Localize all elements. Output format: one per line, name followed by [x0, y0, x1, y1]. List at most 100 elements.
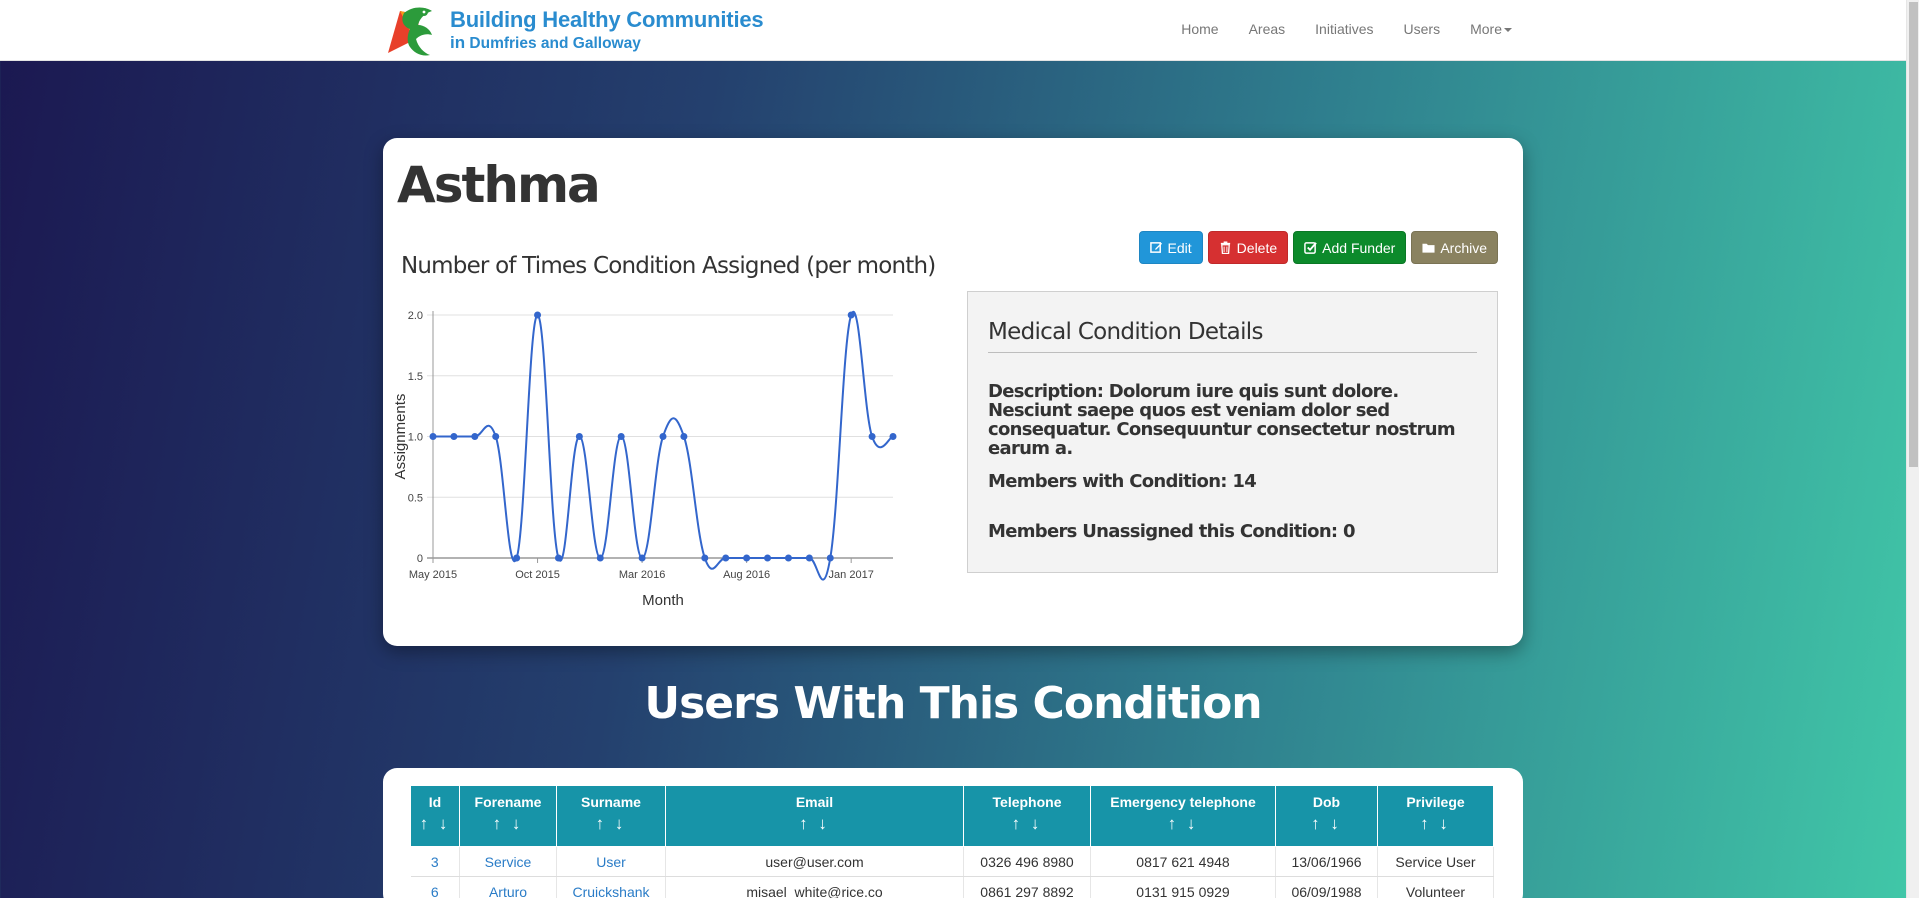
data-point [868, 433, 876, 440]
cell-emergency-telephone: 0817 621 4948 [1090, 846, 1276, 877]
data-point [847, 311, 855, 319]
cell-forename-link[interactable]: Arturo [459, 876, 557, 898]
sort-arrows-icon[interactable]: ↑ ↓ [666, 814, 963, 834]
cell-surname-link[interactable]: Cruickshank [556, 876, 666, 898]
table-header-row: Id ↑ ↓ Forename ↑ ↓ Surname ↑ ↓ Email ↑ ↓ Te… [410, 785, 1494, 847]
add-funder-button[interactable]: Add Funder [1293, 231, 1407, 264]
archive-label: Archive [1440, 239, 1487, 256]
col-emergency-telephone[interactable]: Emergency telephone ↑ ↓ [1090, 785, 1276, 847]
archive-button[interactable]: Archive [1411, 231, 1498, 264]
data-point [805, 554, 813, 562]
data-point [617, 433, 625, 440]
nav-initiatives[interactable]: Initiatives [1315, 21, 1373, 37]
data-point [743, 554, 751, 562]
condition-card: Asthma Edit Delete Add Funder Archive Nu… [383, 138, 1523, 646]
data-point [450, 433, 458, 440]
sort-arrows-icon[interactable]: ↑ ↓ [1276, 814, 1377, 834]
x-axis-title: Month [642, 592, 684, 609]
col-dob[interactable]: Dob ↑ ↓ [1275, 785, 1378, 847]
description-text: Description: Dolorum iure quis sunt dolo… [988, 381, 1456, 459]
col-email[interactable]: Email ↑ ↓ [665, 785, 964, 847]
data-point [429, 433, 437, 440]
col-surname[interactable]: Surname ↑ ↓ [556, 785, 666, 847]
col-id[interactable]: Id ↑ ↓ [410, 785, 460, 847]
sort-arrows-icon[interactable]: ↑ ↓ [1091, 814, 1275, 834]
data-point [680, 433, 688, 440]
x-tick-label: May 2015 [409, 569, 457, 581]
cell-email: misael_white@rice.co [665, 876, 964, 898]
brand[interactable]: Building Healthy Communities in Dumfries… [386, 2, 764, 59]
data-point [596, 554, 604, 562]
data-point [764, 554, 772, 562]
nav-users[interactable]: Users [1404, 21, 1441, 37]
cell-forename-link[interactable]: Service [459, 846, 557, 877]
col-forename[interactable]: Forename ↑ ↓ [459, 785, 557, 847]
add-funder-label: Add Funder [1322, 239, 1396, 256]
data-point [638, 554, 646, 562]
brand-in: in [450, 33, 466, 53]
cell-emergency-telephone: 0131 915 0929 [1090, 876, 1276, 898]
action-buttons: Edit Delete Add Funder Archive [1138, 231, 1498, 264]
data-point [701, 554, 709, 562]
col-telephone[interactable]: Telephone ↑ ↓ [963, 785, 1091, 847]
nav-more-label: More [1470, 21, 1502, 37]
delete-button[interactable]: Delete [1207, 231, 1289, 264]
sort-arrows-icon[interactable]: ↑ ↓ [1378, 814, 1493, 834]
data-point [492, 433, 500, 440]
col-label: Surname [581, 794, 641, 810]
details-panel: Medical Condition Details Description: D… [967, 291, 1498, 573]
scrollbar-thumb[interactable] [1909, 2, 1918, 467]
cell-privilege: Service User [1377, 846, 1494, 877]
y-tick-label: 0 [417, 553, 423, 565]
cell-privilege: Volunteer [1377, 876, 1494, 898]
data-point [554, 554, 562, 562]
data-point [826, 554, 834, 562]
col-label: Privilege [1406, 794, 1465, 810]
nav-areas[interactable]: Areas [1249, 21, 1286, 37]
sort-arrows-icon[interactable]: ↑ ↓ [557, 814, 665, 834]
data-point [534, 311, 542, 319]
users-table-card: Id ↑ ↓ Forename ↑ ↓ Surname ↑ ↓ Email ↑ ↓ Te… [383, 768, 1523, 898]
delete-label: Delete [1236, 239, 1278, 256]
folder-icon [1422, 243, 1435, 253]
data-point [471, 433, 479, 440]
cell-surname-link[interactable]: User [556, 846, 666, 877]
edit-button[interactable]: Edit [1138, 231, 1203, 264]
x-tick-label: Mar 2016 [619, 569, 665, 581]
data-point [889, 433, 897, 440]
series-line [433, 310, 894, 581]
data-point [513, 554, 521, 562]
col-label: Email [795, 794, 834, 810]
sort-arrows-icon[interactable]: ↑ ↓ [964, 814, 1090, 834]
cell-telephone: 0326 496 8980 [963, 846, 1091, 877]
data-point [722, 554, 730, 562]
users-section-heading: Users With This Condition [644, 678, 1262, 729]
table-row: 3 Service User user@user.com 0326 496 89… [410, 846, 1494, 877]
data-point [659, 433, 667, 440]
brand-subtitle: Dumfries and Galloway [469, 35, 641, 53]
y-tick-label: 2.0 [408, 310, 423, 322]
data-point [575, 433, 583, 440]
chart-title: Number of Times Condition Assigned (per … [401, 253, 936, 279]
x-tick-label: Aug 2016 [723, 569, 770, 581]
x-tick-label: Jan 2017 [829, 569, 874, 581]
col-label: Emergency telephone [1110, 794, 1256, 810]
cell-id-link[interactable]: 3 [410, 846, 460, 877]
table-row: 6 Arturo Cruickshank misael_white@rice.c… [410, 876, 1494, 898]
cell-dob: 13/06/1966 [1275, 846, 1378, 877]
members-count: Members with Condition: 14 [988, 471, 1257, 492]
page-scrollbar[interactable] [1906, 0, 1919, 898]
sort-arrows-icon[interactable]: ↑ ↓ [460, 814, 556, 834]
details-divider [988, 352, 1477, 353]
cell-id-link[interactable]: 6 [410, 876, 460, 898]
nav-more-dropdown[interactable]: More [1470, 21, 1512, 37]
nav-links: Home Areas Initiatives Users More [1151, 0, 1512, 58]
navbar: Building Healthy Communities in Dumfries… [0, 0, 1906, 61]
check-square-icon [1304, 242, 1317, 254]
data-point [784, 554, 792, 562]
nav-home[interactable]: Home [1181, 21, 1218, 37]
trash-icon [1220, 241, 1230, 254]
sort-arrows-icon[interactable]: ↑ ↓ [411, 814, 459, 834]
edit-label: Edit [1167, 239, 1192, 256]
col-privilege[interactable]: Privilege ↑ ↓ [1377, 785, 1494, 847]
